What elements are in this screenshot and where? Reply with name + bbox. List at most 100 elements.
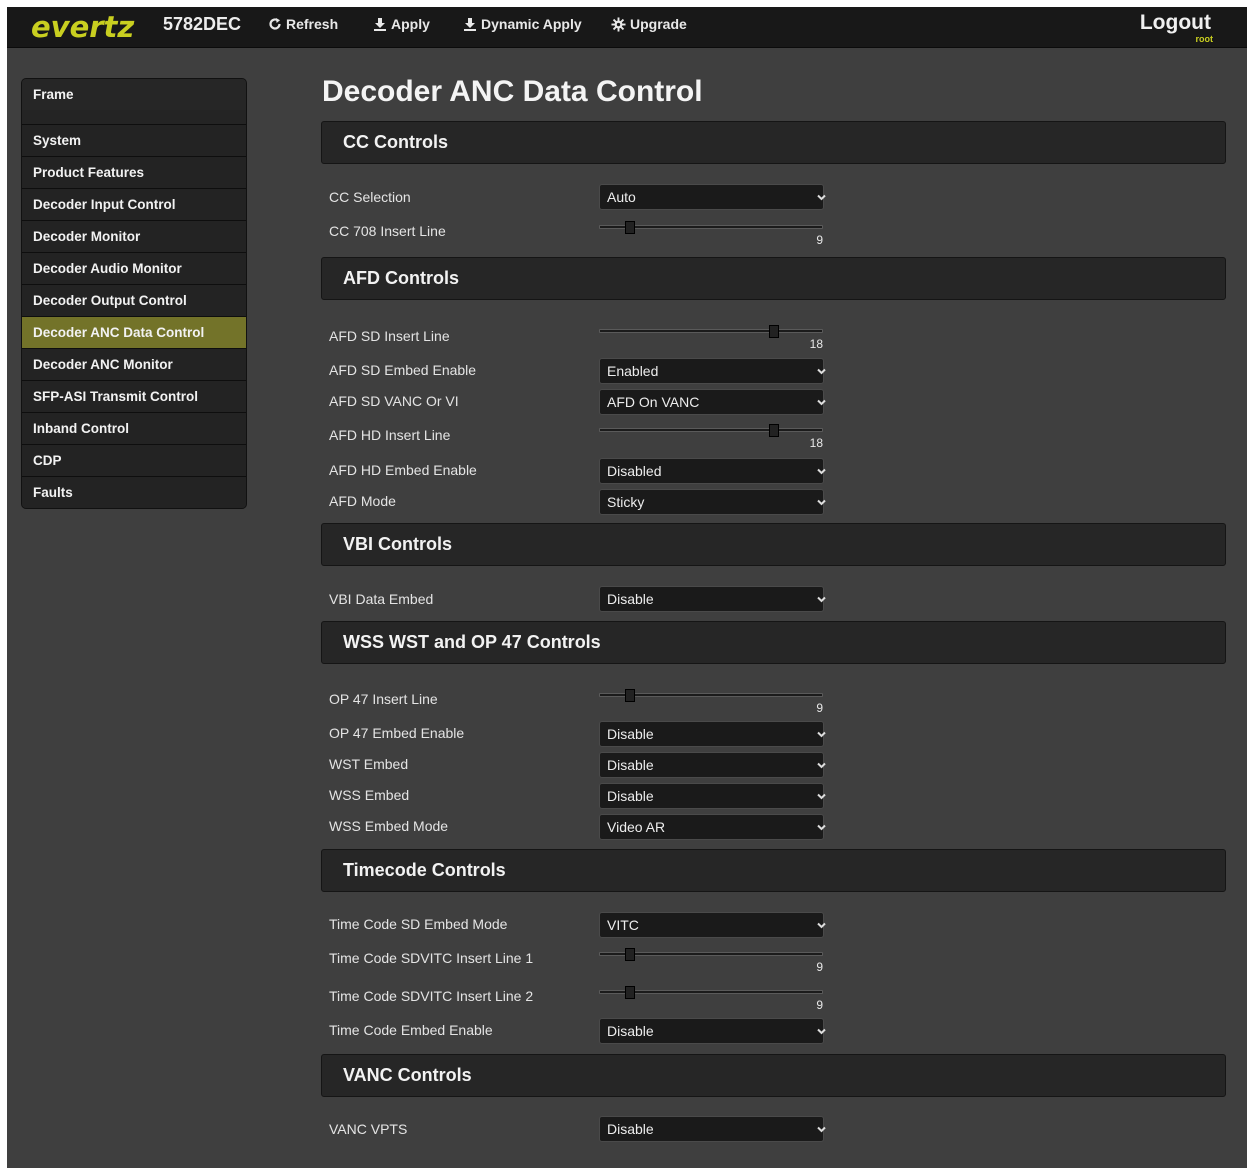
- cc-selection-label: CC Selection: [329, 189, 411, 205]
- slider-handle[interactable]: [769, 325, 779, 338]
- afd-sd-vanc-or-vi-select[interactable]: AFD On VANC: [599, 389, 826, 415]
- afd-hd-embed-enable-label: AFD HD Embed Enable: [329, 462, 477, 478]
- refresh-icon: [268, 17, 282, 31]
- sidebar-item-system[interactable]: System: [22, 124, 246, 156]
- apply-button[interactable]: Apply: [373, 16, 430, 32]
- afd-sd-embed-enable-label: AFD SD Embed Enable: [329, 362, 477, 378]
- timecode-controls-header[interactable]: Timecode Controls: [321, 849, 1226, 892]
- timecode-sdvitc-line1-label: Time Code SDVITC Insert Line 1: [329, 950, 534, 966]
- slider-handle[interactable]: [625, 689, 635, 702]
- afd-sd-insert-line-label: AFD SD Insert Line: [329, 328, 450, 344]
- sidebar-item-cdp[interactable]: CDP: [22, 444, 246, 476]
- dynamic-apply-button[interactable]: Dynamic Apply: [463, 16, 582, 32]
- vbi-data-embed-label: VBI Data Embed: [329, 591, 434, 607]
- select-value: Disabled: [607, 463, 662, 479]
- gear-icon: [611, 16, 626, 32]
- afd-mode-select[interactable]: Sticky: [599, 489, 826, 515]
- cc-selection-select[interactable]: Auto: [599, 184, 826, 210]
- vbi-data-embed-select[interactable]: Disable: [599, 586, 826, 612]
- wst-embed-select[interactable]: Disable: [599, 752, 826, 778]
- cc-708-insert-line-label: CC 708 Insert Line: [329, 223, 446, 239]
- op47-insert-line-slider[interactable]: 9: [599, 689, 823, 715]
- download-arrow-icon: [373, 17, 387, 31]
- select-value: Disable: [607, 726, 654, 742]
- refresh-button[interactable]: Refresh: [268, 16, 338, 32]
- dynamic-apply-label: Dynamic Apply: [481, 16, 582, 32]
- sidebar-item-decoder-anc-monitor[interactable]: Decoder ANC Monitor: [22, 348, 246, 380]
- cc-708-insert-line-slider[interactable]: 9: [599, 221, 823, 247]
- sidebar-item-decoder-audio-monitor[interactable]: Decoder Audio Monitor: [22, 252, 246, 284]
- sidebar-item-decoder-output-control[interactable]: Decoder Output Control: [22, 284, 246, 316]
- section-title: Timecode Controls: [343, 860, 506, 880]
- download-arrow-icon: [463, 17, 477, 31]
- slider-track: [599, 329, 823, 333]
- afd-controls-header[interactable]: AFD Controls: [321, 257, 1226, 300]
- wss-embed-select[interactable]: Disable: [599, 783, 826, 809]
- slider-handle[interactable]: [625, 986, 635, 999]
- select-value: Enabled: [607, 363, 659, 379]
- afd-hd-insert-line-slider[interactable]: 18: [599, 424, 823, 450]
- sidebar-item-product-features[interactable]: Product Features: [22, 156, 246, 188]
- cc-controls-header[interactable]: CC Controls: [321, 121, 1226, 164]
- op47-embed-enable-label: OP 47 Embed Enable: [329, 725, 465, 741]
- slider-handle[interactable]: [769, 424, 779, 437]
- section-title: WSS WST and OP 47 Controls: [343, 632, 601, 652]
- select-value: Disable: [607, 757, 654, 773]
- device-model: 5782DEC: [163, 14, 242, 34]
- afd-hd-embed-enable-select[interactable]: Disabled: [599, 458, 826, 484]
- sidebar-nav: Frame System Product Features Decoder In…: [21, 78, 247, 509]
- wss-wst-op47-controls-header[interactable]: WSS WST and OP 47 Controls: [321, 621, 1226, 664]
- vanc-controls-header[interactable]: VANC Controls: [321, 1054, 1226, 1097]
- slider-value: 18: [809, 436, 823, 450]
- select-value: Disable: [607, 1121, 654, 1137]
- apply-label: Apply: [391, 16, 430, 32]
- sidebar-item-decoder-anc-data-control[interactable]: Decoder ANC Data Control: [22, 316, 246, 348]
- vbi-controls-header[interactable]: VBI Controls: [321, 523, 1226, 566]
- slider-value: 18: [809, 337, 823, 351]
- wss-embed-mode-select[interactable]: Video AR: [599, 814, 826, 840]
- sidebar-item-inband-control[interactable]: Inband Control: [22, 412, 246, 444]
- timecode-sdvitc-line1-slider[interactable]: 9: [599, 948, 823, 974]
- select-value: Disable: [607, 1023, 654, 1039]
- timecode-sd-embed-mode-select[interactable]: VITC: [599, 912, 826, 938]
- timecode-sdvitc-line2-slider[interactable]: 9: [599, 986, 823, 1012]
- page-title: Decoder ANC Data Control: [322, 75, 703, 108]
- wss-embed-label: WSS Embed: [329, 787, 410, 803]
- op47-insert-line-label: OP 47 Insert Line: [329, 691, 438, 707]
- select-value: Sticky: [607, 494, 645, 510]
- section-title: AFD Controls: [343, 268, 459, 288]
- slider-value: 9: [816, 998, 823, 1012]
- select-value: Disable: [607, 788, 654, 804]
- current-user: root: [1195, 34, 1214, 44]
- slider-handle[interactable]: [625, 221, 635, 234]
- slider-handle[interactable]: [625, 948, 635, 961]
- sidebar-item-decoder-monitor[interactable]: Decoder Monitor: [22, 220, 246, 252]
- upgrade-label: Upgrade: [630, 16, 687, 32]
- app-frame: evertz 5782DEC Refresh Apply Dynamic App…: [7, 7, 1247, 1168]
- section-title: VANC Controls: [343, 1065, 472, 1085]
- sidebar-item-faults[interactable]: Faults: [22, 476, 246, 508]
- top-bar: evertz 5782DEC Refresh Apply Dynamic App…: [7, 7, 1247, 48]
- afd-sd-vanc-or-vi-label: AFD SD VANC Or VI: [329, 393, 459, 409]
- timecode-sd-embed-mode-label: Time Code SD Embed Mode: [329, 916, 508, 932]
- slider-track: [599, 428, 823, 432]
- upgrade-button[interactable]: Upgrade: [611, 16, 687, 32]
- logout-button[interactable]: Logout root: [1140, 11, 1214, 44]
- op47-embed-enable-select[interactable]: Disable: [599, 721, 826, 747]
- afd-sd-embed-enable-select[interactable]: Enabled: [599, 358, 826, 384]
- afd-hd-insert-line-label: AFD HD Insert Line: [329, 427, 451, 443]
- sidebar-item-decoder-input-control[interactable]: Decoder Input Control: [22, 188, 246, 220]
- refresh-label: Refresh: [286, 16, 339, 32]
- section-title: CC Controls: [343, 132, 448, 152]
- afd-sd-insert-line-slider[interactable]: 18: [599, 325, 823, 351]
- select-value: Video AR: [607, 819, 666, 835]
- wst-embed-label: WST Embed: [329, 756, 409, 772]
- sidebar-item-frame[interactable]: Frame: [22, 79, 246, 110]
- timecode-embed-enable-select[interactable]: Disable: [599, 1018, 826, 1044]
- afd-mode-label: AFD Mode: [329, 493, 396, 509]
- vanc-vpts-select[interactable]: Disable: [599, 1116, 826, 1142]
- vanc-vpts-label: VANC VPTS: [329, 1121, 408, 1137]
- section-title: VBI Controls: [343, 534, 453, 554]
- select-value: VITC: [607, 917, 639, 933]
- sidebar-item-sfp-asi-transmit-control[interactable]: SFP-ASI Transmit Control: [22, 380, 246, 412]
